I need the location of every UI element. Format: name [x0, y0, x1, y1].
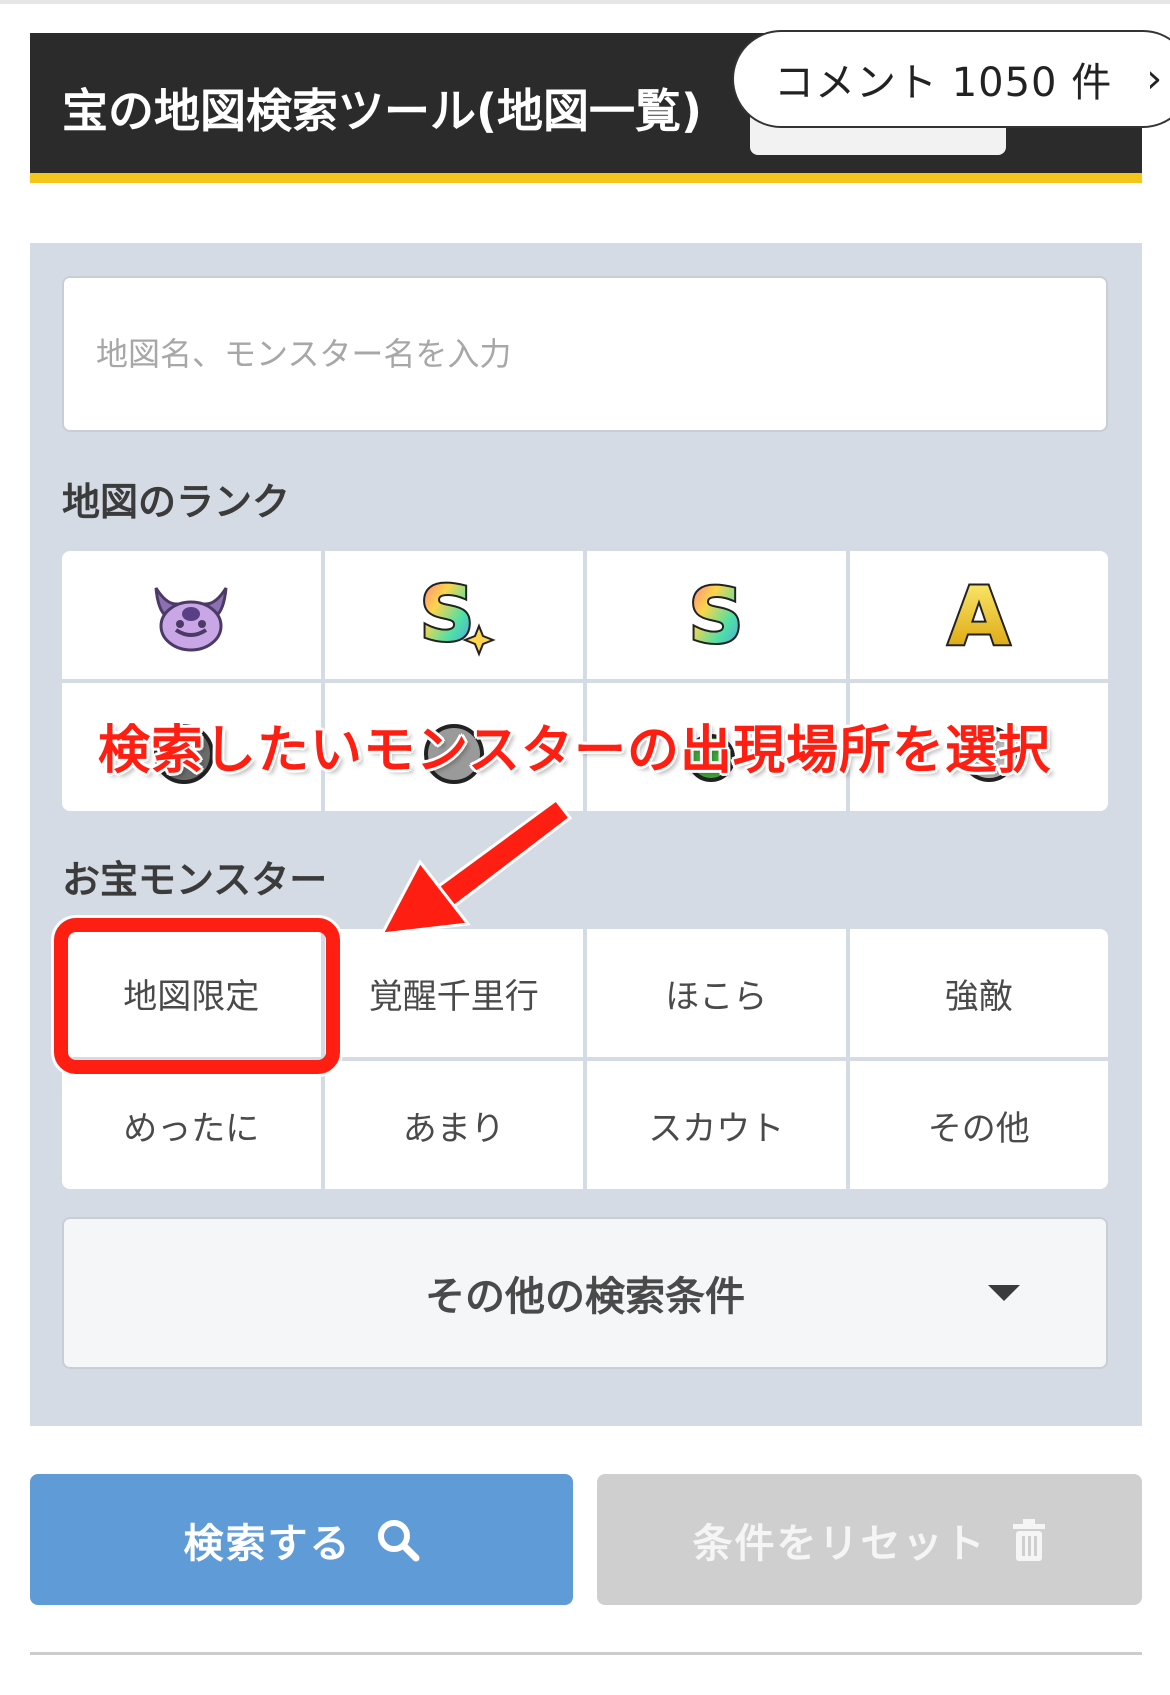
- rank-cell-s-sparkle[interactable]: S: [324, 551, 583, 679]
- search-input[interactable]: [62, 276, 1108, 432]
- monster-option-other[interactable]: その他: [849, 1061, 1108, 1189]
- search-button[interactable]: 検索する: [30, 1474, 573, 1605]
- rank-cell-s[interactable]: S: [587, 551, 846, 679]
- monster-option-uncommon[interactable]: あまり: [324, 1061, 583, 1189]
- monster-option-shrine[interactable]: ほこら: [587, 929, 846, 1057]
- a-rank-icon: A: [946, 570, 1012, 660]
- s-sparkle-rank-icon: S: [417, 570, 496, 660]
- s-rank-icon: S: [687, 570, 746, 660]
- rank-cell-demon-king[interactable]: [62, 551, 321, 679]
- caret-down-icon: [988, 1285, 1020, 1301]
- search-icon: [377, 1519, 419, 1561]
- monster-option-rare[interactable]: めったに: [62, 1061, 321, 1189]
- annotation-instruction: 検索したいモンスターの出現場所を選択: [98, 721, 1051, 781]
- comment-count-label: コメント 1050 件: [774, 60, 1113, 106]
- rank-cell-a[interactable]: A: [849, 551, 1108, 679]
- search-button-label: 検索する: [183, 1520, 352, 1567]
- bottom-divider: [30, 1652, 1142, 1655]
- trash-icon: [1012, 1518, 1045, 1561]
- svg-text:S: S: [419, 570, 474, 658]
- svg-text:S: S: [689, 571, 744, 660]
- annotation-highlight-box: [54, 918, 340, 1074]
- rank-section-heading: 地図のランク: [62, 480, 291, 524]
- monster-option-scout[interactable]: スカウト: [587, 1061, 846, 1189]
- svg-text:A: A: [948, 570, 1010, 660]
- reset-button-label: 条件をリセット: [692, 1520, 987, 1567]
- monster-section-heading: お宝モンスター: [62, 858, 328, 902]
- reset-button[interactable]: 条件をリセット: [597, 1474, 1142, 1605]
- comment-count-button[interactable]: コメント 1050 件 ›: [732, 30, 1170, 128]
- chevron-right-icon: ›: [1146, 56, 1163, 102]
- search-filter-panel: 地図のランク S: [30, 243, 1142, 1426]
- page-title: 宝の地図検索ツール(地図一覧): [62, 84, 703, 138]
- monster-option-awakening[interactable]: 覚醒千里行: [324, 929, 583, 1057]
- more-conditions-toggle[interactable]: その他の検索条件: [62, 1217, 1108, 1369]
- more-conditions-label: その他の検索条件: [425, 1274, 745, 1320]
- monster-option-strong-enemy[interactable]: 強敵: [849, 929, 1108, 1057]
- top-divider: [0, 0, 1170, 4]
- demon-king-rank-icon: [154, 587, 228, 652]
